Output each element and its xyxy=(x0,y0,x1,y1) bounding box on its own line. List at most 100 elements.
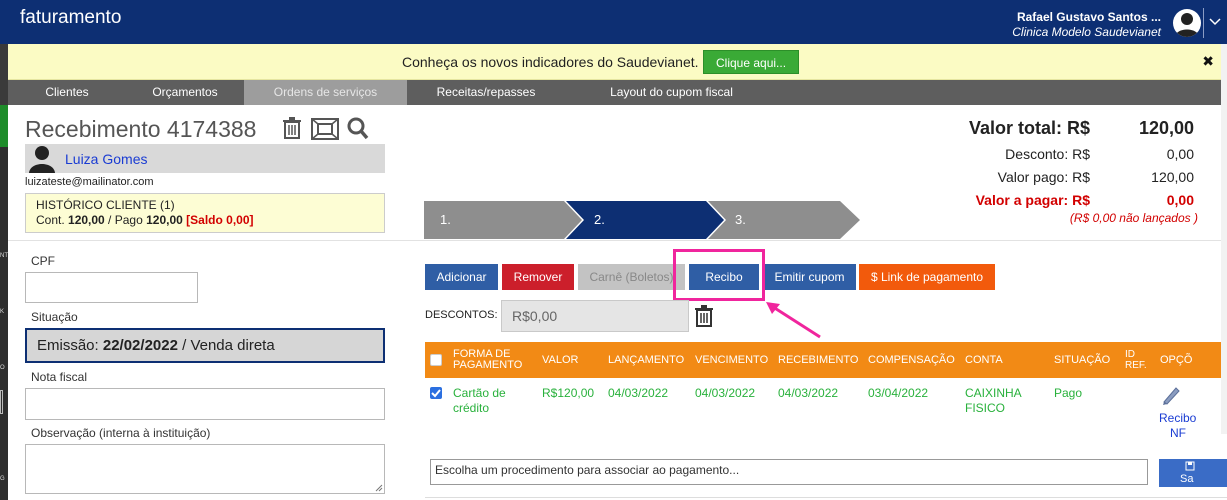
cell-vencimento: 04/03/2022 xyxy=(695,386,756,400)
client-history-box: HISTÓRICO CLIENTE (1) Cont. 120,00 / Pag… xyxy=(25,193,385,233)
col-idref: ID REF. xyxy=(1125,349,1147,371)
save-button-label: Sa xyxy=(1180,473,1194,485)
select-all-checkbox[interactable] xyxy=(430,354,442,366)
nao-lancados: (R$ 0,00 não lançados ) xyxy=(1069,211,1198,225)
nf-link[interactable]: NF xyxy=(1170,426,1186,441)
desconto-label: Desconto: R$ xyxy=(1005,146,1090,162)
nota-fiscal-field[interactable] xyxy=(25,388,385,420)
step-procedimentos[interactable]: 1. Procedimentos xyxy=(440,201,527,265)
col-compensacao: COMPENSAÇÃO xyxy=(868,353,955,366)
cpf-label: CPF xyxy=(31,254,55,268)
page-title: Recebimento 4174388 xyxy=(25,116,257,142)
observacao-label: Observação (interna à instituição) xyxy=(31,426,211,440)
history-summary: Cont. 120,00 / Pago 120,00 [Saldo 0,00] xyxy=(36,213,254,227)
table-row: Cartão de crédito R$120,00 04/03/2022 04… xyxy=(425,378,1227,446)
resize-icon[interactable] xyxy=(310,117,340,144)
page-scrollbar[interactable] xyxy=(1221,44,1227,434)
header-divider xyxy=(8,240,1227,241)
left-sidebar-strip: NT K O G xyxy=(0,44,8,500)
pago-label: Valor pago: R$ xyxy=(997,169,1090,185)
cell-situacao: Pago xyxy=(1054,386,1083,400)
cpf-field[interactable] xyxy=(25,272,198,303)
notice-text: Conheça os novos indicadores do Saudevia… xyxy=(402,54,699,70)
left-strip-box[interactable] xyxy=(0,390,3,414)
cell-recebimento: 04/03/2022 xyxy=(778,386,839,400)
notice-button[interactable]: Clique aqui... xyxy=(703,50,800,74)
pagar-label: Valor a pagar: R$ xyxy=(975,192,1090,208)
pagar-value: 0,00 xyxy=(1166,192,1194,208)
nao-lancados-row: (R$ 0,00 não lançados ) xyxy=(894,211,1198,233)
tab-layout-cupom-fiscal[interactable]: Layout do cupom fiscal xyxy=(565,80,778,105)
top-bar: faturamento Rafael Gustavo Santos ... Cl… xyxy=(0,0,1227,44)
clinic-name[interactable]: Clinica Modelo Saudevianet xyxy=(1012,25,1161,39)
col-valor: VALOR xyxy=(542,353,579,366)
person-icon xyxy=(29,144,55,173)
tab-receitas-repasses[interactable]: Receitas/repasses xyxy=(407,80,565,105)
annotation-arrow-icon xyxy=(766,302,821,339)
procedure-select-input[interactable]: Escolha um procedimento para associar ao… xyxy=(430,459,1148,485)
cell-lancamento: 04/03/2022 xyxy=(608,386,669,400)
left-strip-body xyxy=(0,147,8,500)
cell-compensacao: 03/04/2022 xyxy=(868,386,929,400)
descontos-input[interactable]: R$0,00 xyxy=(501,300,689,332)
col-conta: CONTA xyxy=(965,353,1003,366)
client-email: luizateste@mailinator.com xyxy=(25,176,154,188)
step-pagamento[interactable]: 2. Pagamento xyxy=(594,201,661,265)
main-nav-tabs: Clientes Orçamentos Ordens de serviços R… xyxy=(8,80,1227,105)
pago-row: Valor pago: R$ 120,00 xyxy=(894,169,1194,191)
pago-value: 120,00 xyxy=(1151,169,1194,185)
recibo-link[interactable]: Recibo xyxy=(1159,411,1196,426)
app-title: faturamento xyxy=(20,7,122,28)
descontos-label: DESCONTOS: xyxy=(425,309,498,321)
left-strip-accent xyxy=(0,105,8,147)
desconto-value: 0,00 xyxy=(1166,146,1194,162)
link-pagamento-button[interactable]: $ Link de pagamento xyxy=(859,264,995,290)
close-icon[interactable]: ✖ xyxy=(1202,53,1214,70)
col-opcoes: OPÇÕ xyxy=(1160,353,1193,366)
trash-icon[interactable] xyxy=(695,305,713,330)
nota-fiscal-label: Nota fiscal xyxy=(31,370,88,384)
tab-ordens-de-servicos[interactable]: Ordens de serviços xyxy=(244,80,407,105)
user-avatar-icon[interactable] xyxy=(1173,9,1201,37)
recibo-highlight-box xyxy=(673,249,765,301)
history-title: HISTÓRICO CLIENTE (1) xyxy=(36,198,175,212)
payments-grid-header: FORMA DE PAGAMENTO VALOR LANÇAMENTO VENC… xyxy=(425,342,1227,378)
col-vencimento: VENCIMENTO xyxy=(695,353,769,366)
total-label: Valor total: R$ xyxy=(968,118,1090,138)
cell-forma: Cartão de crédito xyxy=(453,386,506,415)
pencil-icon[interactable] xyxy=(1160,384,1182,409)
user-menu-chevron-down-icon[interactable] xyxy=(1203,8,1223,38)
col-forma: FORMA DE PAGAMENTO xyxy=(453,348,523,371)
carne-boletos-button[interactable]: Carnê (Boletos) xyxy=(578,264,685,290)
search-icon[interactable] xyxy=(347,117,369,144)
cell-valor: R$120,00 xyxy=(542,386,595,400)
col-recebimento: RECEBIMENTO xyxy=(778,353,859,366)
notice-bar: Conheça os novos indicadores do Saudevia… xyxy=(8,44,1227,80)
row-checkbox[interactable] xyxy=(430,387,442,399)
col-lancamento: LANÇAMENTO xyxy=(608,353,685,366)
tab-clientes[interactable]: Clientes xyxy=(8,80,126,105)
client-name-link[interactable]: Luiza Gomes xyxy=(65,151,147,167)
total-row: Valor total: R$ 120,00 xyxy=(894,118,1194,140)
remover-button[interactable]: Remover xyxy=(502,264,574,290)
bottom-divider xyxy=(425,497,1227,498)
left-strip-mark: NT xyxy=(0,253,8,259)
situacao-label: Situação xyxy=(31,310,78,324)
step-nota-fiscal[interactable]: 3. Nota Fiscal xyxy=(735,201,769,303)
total-value: 120,00 xyxy=(1138,118,1194,138)
save-button[interactable]: Sa xyxy=(1159,459,1227,487)
desconto-row: Desconto: R$ 0,00 xyxy=(894,146,1194,168)
user-name[interactable]: Rafael Gustavo Santos ... xyxy=(1017,10,1161,24)
tab-orcamentos[interactable]: Orçamentos xyxy=(126,80,244,105)
history-saldo: [Saldo 0,00] xyxy=(186,213,254,227)
cell-conta: CAIXINHA FISICO xyxy=(965,386,1022,415)
left-strip-mark: O xyxy=(0,365,5,371)
client-box: Luiza Gomes xyxy=(25,144,385,173)
observacao-textarea[interactable] xyxy=(25,444,385,494)
situacao-field[interactable]: Emissão: 22/02/2022 / Venda direta xyxy=(25,328,385,363)
trash-icon[interactable] xyxy=(283,117,301,142)
left-strip-mark: G xyxy=(0,476,5,482)
adicionar-button[interactable]: Adicionar xyxy=(425,264,498,290)
emitir-cupom-button[interactable]: Emitir cupom xyxy=(763,264,856,290)
left-strip-mark: K xyxy=(0,309,5,315)
